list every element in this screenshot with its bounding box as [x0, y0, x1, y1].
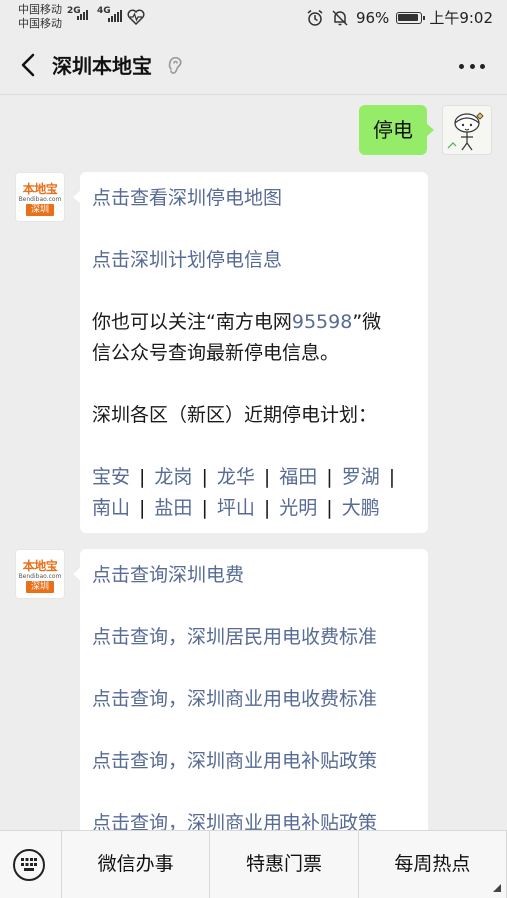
district-row-2: 南山 | 盐田 | 坪山 | 光明 | 大鹏 — [92, 497, 380, 519]
district-link-baoan[interactable]: 宝安 — [92, 466, 130, 488]
district-row-1: 宝安 | 龙岗 | 龙华 | 福田 | 罗湖 | — [92, 466, 396, 488]
user-message-bubble[interactable]: 停电 — [359, 105, 434, 155]
user-avatar[interactable] — [442, 105, 492, 155]
heart-rate-icon — [127, 9, 145, 25]
bot-reply-bubble-2: 点击查询深圳电费 点击查询，深圳居民用电收费标准 点击查询，深圳商业用电收费标准… — [73, 549, 428, 830]
bot-reply-bubble-1: 点击查看深圳停电地图 点击深圳计划停电信息 你也可以关注“南方电网95598”微… — [73, 172, 428, 533]
keyboard-toggle-button[interactable] — [0, 831, 62, 898]
brand-city-badge: 深圳 — [26, 204, 54, 216]
more-options-icon[interactable] — [459, 53, 485, 79]
link-residential-rate[interactable]: 点击查询，深圳居民用电收费标准 — [92, 622, 416, 652]
chat-area[interactable]: 停电 本地宝 Bendibao.com 深圳 点击查看深圳停电地图 点击深圳计划… — [0, 95, 507, 830]
link-commercial-subsidy-2[interactable]: 点击查询，深圳商业用电补贴政策 — [92, 808, 416, 830]
official-account-menu: 微信办事 特惠门票 每周热点 — [0, 830, 507, 898]
alarm-icon — [307, 9, 323, 26]
follow-hint-text: 你也可以关注“南方电网95598”微 — [92, 307, 416, 338]
submenu-indicator-icon — [493, 884, 501, 892]
link-query-electricity-fee[interactable]: 点击查询深圳电费 — [92, 560, 416, 590]
district-link-longhua[interactable]: 龙华 — [217, 466, 255, 488]
chat-header: 深圳本地宝 — [0, 36, 507, 95]
menu-discount-tickets[interactable]: 特惠门票 — [210, 831, 359, 898]
clock: 上午9:02 — [429, 9, 493, 27]
brand-logo-text: 本地宝 — [22, 182, 58, 196]
district-link-pingshan[interactable]: 坪山 — [217, 497, 255, 519]
signal-bars-1-icon — [77, 10, 88, 20]
signal-bars-2-icon — [108, 10, 122, 22]
battery-percent: 96% — [355, 8, 390, 27]
link-commercial-subsidy[interactable]: 点击查询，深圳商业用电补贴政策 — [92, 746, 416, 776]
brand-logo-text: 本地宝 — [22, 559, 58, 573]
cartoon-girl-avatar-icon — [443, 106, 491, 154]
district-link-yantian[interactable]: 盐田 — [154, 497, 192, 519]
carrier-labels: 中国移动 中国移动 — [18, 3, 62, 31]
link-outage-map[interactable]: 点击查看深圳停电地图 — [92, 183, 416, 213]
district-link-guangming[interactable]: 光明 — [279, 497, 317, 519]
earpiece-mode-icon — [168, 56, 182, 74]
district-link-longgang[interactable]: 龙岗 — [154, 466, 192, 488]
carrier-1: 中国移动 — [18, 3, 62, 16]
keyboard-keys-icon — [21, 858, 37, 871]
district-link-dapeng[interactable]: 大鹏 — [342, 497, 380, 519]
follow-hint-part2: ”微 — [352, 311, 382, 333]
follow-hint-line2: 信公众号查询最新停电信息。 — [92, 342, 340, 364]
bot-avatar[interactable]: 本地宝 Bendibao.com 深圳 — [15, 172, 65, 222]
carrier-2: 中国移动 — [18, 17, 62, 30]
brand-site-text: Bendibao.com — [18, 573, 62, 580]
brand-site-text: Bendibao.com — [18, 196, 62, 203]
status-right: 96% 上午9:02 — [306, 7, 493, 28]
district-link-nanshan[interactable]: 南山 — [92, 497, 130, 519]
chat-title: 深圳本地宝 — [52, 54, 152, 78]
battery-icon — [396, 11, 426, 24]
back-arrow-icon[interactable] — [14, 50, 44, 80]
hotline-number-link[interactable]: 95598 — [292, 311, 352, 333]
district-plan-heading: 深圳各区（新区）近期停电计划： — [92, 404, 378, 426]
follow-hint-part1: 你也可以关注“南方电网 — [92, 311, 292, 333]
menu-weekly-hot[interactable]: 每周热点 — [359, 831, 507, 898]
brand-city-badge: 深圳 — [26, 581, 54, 593]
link-planned-outage[interactable]: 点击深圳计划停电信息 — [92, 245, 416, 275]
district-link-futian[interactable]: 福田 — [279, 466, 317, 488]
district-link-luohu[interactable]: 罗湖 — [342, 466, 380, 488]
status-bar: 中国移动 中国移动 2G 4G 96% 上午9:02 — [0, 0, 507, 36]
link-commercial-rate[interactable]: 点击查询，深圳商业用电收费标准 — [92, 684, 416, 714]
mute-bell-icon — [332, 9, 348, 26]
bot-avatar[interactable]: 本地宝 Bendibao.com 深圳 — [15, 549, 65, 599]
menu-wechat-services[interactable]: 微信办事 — [62, 831, 211, 898]
